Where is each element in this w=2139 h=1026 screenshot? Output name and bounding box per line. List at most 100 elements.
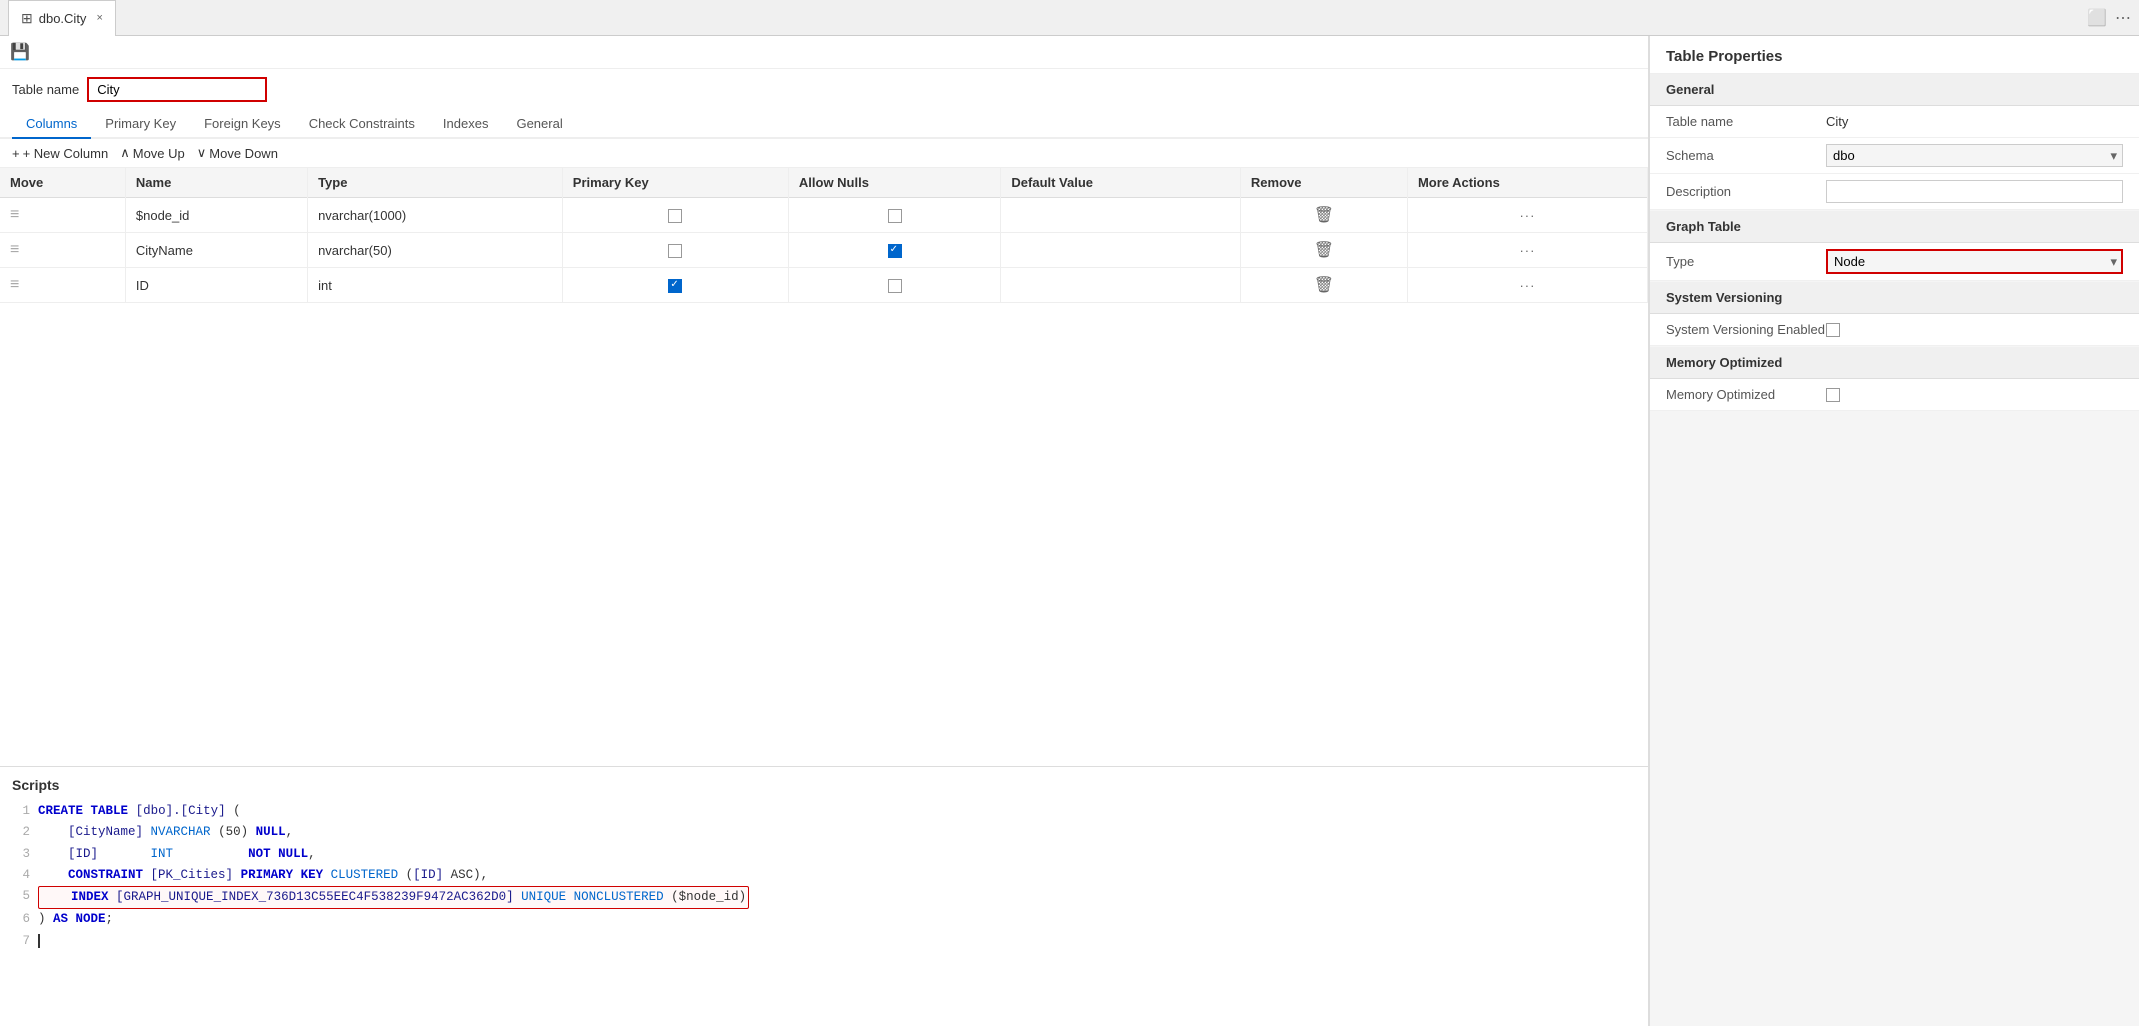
save-button[interactable]: 💾 [10, 44, 30, 61]
delete-column-button[interactable]: 🗑 [1314, 277, 1334, 294]
line-number: 1 [12, 801, 30, 822]
table-row: ≡ CityName nvarchar(50) 🗑 ··· [0, 233, 1648, 268]
cell-name[interactable]: $node_id [125, 198, 307, 233]
prop-memory-checkbox[interactable] [1826, 388, 1840, 402]
prop-description-label: Description [1666, 184, 1826, 199]
pk-checkbox[interactable] [668, 279, 682, 293]
delete-column-button[interactable]: 🗑 [1314, 242, 1334, 259]
new-column-button[interactable]: + + New Column [12, 146, 108, 161]
prop-type-wrapper: Node Edge None ▾ [1826, 249, 2123, 274]
table-icon: ⊞ [21, 10, 33, 27]
more-actions-column-button[interactable]: ··· [1519, 278, 1535, 293]
cell-type[interactable]: nvarchar(50) [308, 233, 563, 268]
cell-default[interactable] [1001, 268, 1241, 303]
code-line: 4 CONSTRAINT [PK_Cities] PRIMARY KEY CLU… [12, 865, 1636, 886]
cell-name[interactable]: CityName [125, 233, 307, 268]
prop-type-select[interactable]: Node Edge None [1826, 249, 2123, 274]
move-up-button[interactable]: ∧ Move Up [120, 145, 185, 161]
right-panel: Table Properties General Table name City… [1649, 36, 2139, 1026]
col-header-nulls: Allow Nulls [788, 168, 1001, 198]
cell-more: ··· [1407, 198, 1647, 233]
section-general: General Table name City Schema dbo ▾ Des… [1650, 74, 2139, 210]
col-header-name: Name [125, 168, 307, 198]
col-header-remove: Remove [1240, 168, 1407, 198]
prop-table-name-row: Table name City [1650, 106, 2139, 138]
cell-type[interactable]: nvarchar(1000) [308, 198, 563, 233]
line-number: 7 [12, 931, 30, 952]
cell-nulls [788, 268, 1001, 303]
cell-more: ··· [1407, 268, 1647, 303]
section-graph-table: Graph Table Type Node Edge None ▾ [1650, 211, 2139, 281]
new-column-label: + New Column [23, 146, 109, 161]
cell-remove: 🗑 [1240, 268, 1407, 303]
tab-actions: ⬜ ⋯ [2087, 8, 2131, 28]
prop-table-name-label: Table name [1666, 114, 1826, 129]
table-name-input[interactable] [87, 77, 267, 102]
prop-type-label: Type [1666, 254, 1826, 269]
code-line: 5 INDEX [GRAPH_UNIQUE_INDEX_736D13C55EEC… [12, 886, 1636, 909]
plus-icon: + [12, 146, 20, 161]
column-actions-bar: + + New Column ∧ Move Up ∨ Move Down [0, 139, 1648, 168]
prop-table-name-value: City [1826, 114, 2123, 129]
table-row: ≡ $node_id nvarchar(1000) 🗑 ··· [0, 198, 1648, 233]
cell-nulls [788, 198, 1001, 233]
line-code: CONSTRAINT [PK_Cities] PRIMARY KEY CLUST… [38, 865, 488, 886]
nulls-checkbox[interactable] [888, 279, 902, 293]
tab-foreign-keys[interactable]: Foreign Keys [190, 110, 295, 139]
col-header-more: More Actions [1407, 168, 1647, 198]
prop-description-row: Description [1650, 174, 2139, 210]
code-line: 2 [CityName] NVARCHAR (50) NULL, [12, 822, 1636, 843]
move-up-label: Move Up [133, 146, 185, 161]
col-header-type: Type [308, 168, 563, 198]
pk-checkbox[interactable] [668, 209, 682, 223]
tab-general[interactable]: General [502, 110, 576, 139]
line-number: 4 [12, 865, 30, 886]
pk-checkbox[interactable] [668, 244, 682, 258]
cell-name[interactable]: ID [125, 268, 307, 303]
section-memory-optimized: Memory Optimized Memory Optimized [1650, 347, 2139, 411]
cell-default[interactable] [1001, 198, 1241, 233]
col-header-default: Default Value [1001, 168, 1241, 198]
more-actions-column-button[interactable]: ··· [1519, 208, 1535, 223]
prop-sys-versioning-label: System Versioning Enabled [1666, 322, 1826, 337]
more-actions-column-button[interactable]: ··· [1519, 243, 1535, 258]
tab-columns[interactable]: Columns [12, 110, 91, 139]
chevron-up-icon: ∧ [120, 145, 130, 161]
line-number: 5 [12, 886, 30, 909]
cell-move: ≡ [0, 233, 125, 268]
table-name-row: Table name [0, 69, 1648, 110]
tab-bar: ⊞ dbo.City × ⬜ ⋯ [0, 0, 2139, 36]
prop-schema-select[interactable]: dbo [1826, 144, 2123, 167]
prop-memory-row: Memory Optimized [1650, 379, 2139, 411]
tab-dbo-city[interactable]: ⊞ dbo.City × [8, 0, 116, 36]
prop-schema-label: Schema [1666, 148, 1826, 163]
code-line: 3 [ID] INT NOT NULL, [12, 844, 1636, 865]
section-memory-header: Memory Optimized [1650, 347, 2139, 379]
tab-label: dbo.City [39, 11, 87, 26]
cell-default[interactable] [1001, 233, 1241, 268]
delete-column-button[interactable]: 🗑 [1314, 207, 1334, 224]
nulls-checkbox[interactable] [888, 209, 902, 223]
move-down-label: Move Down [209, 146, 278, 161]
split-editor-button[interactable]: ⬜ [2087, 8, 2107, 28]
section-general-header: General [1650, 74, 2139, 106]
properties-title: Table Properties [1650, 36, 2139, 74]
tab-indexes[interactable]: Indexes [429, 110, 503, 139]
cell-type[interactable]: int [308, 268, 563, 303]
tab-check-constraints[interactable]: Check Constraints [295, 110, 429, 139]
prop-sys-versioning-checkbox[interactable] [1826, 323, 1840, 337]
toolbar: 💾 [0, 36, 1648, 69]
nulls-checkbox[interactable] [888, 244, 902, 258]
line-code [38, 931, 48, 952]
drag-handle[interactable]: ≡ [10, 276, 19, 293]
tab-primary-key[interactable]: Primary Key [91, 110, 190, 139]
cell-remove: 🗑 [1240, 198, 1407, 233]
drag-handle[interactable]: ≡ [10, 206, 19, 223]
move-down-button[interactable]: ∨ Move Down [197, 145, 278, 161]
columns-table-scroll: Move Name Type Primary Key Allow Nulls D… [0, 168, 1648, 766]
scripts-title: Scripts [0, 777, 1648, 801]
tab-close-button[interactable]: × [96, 12, 102, 24]
more-actions-button[interactable]: ⋯ [2115, 8, 2131, 28]
prop-description-input[interactable] [1826, 180, 2123, 203]
drag-handle[interactable]: ≡ [10, 241, 19, 258]
